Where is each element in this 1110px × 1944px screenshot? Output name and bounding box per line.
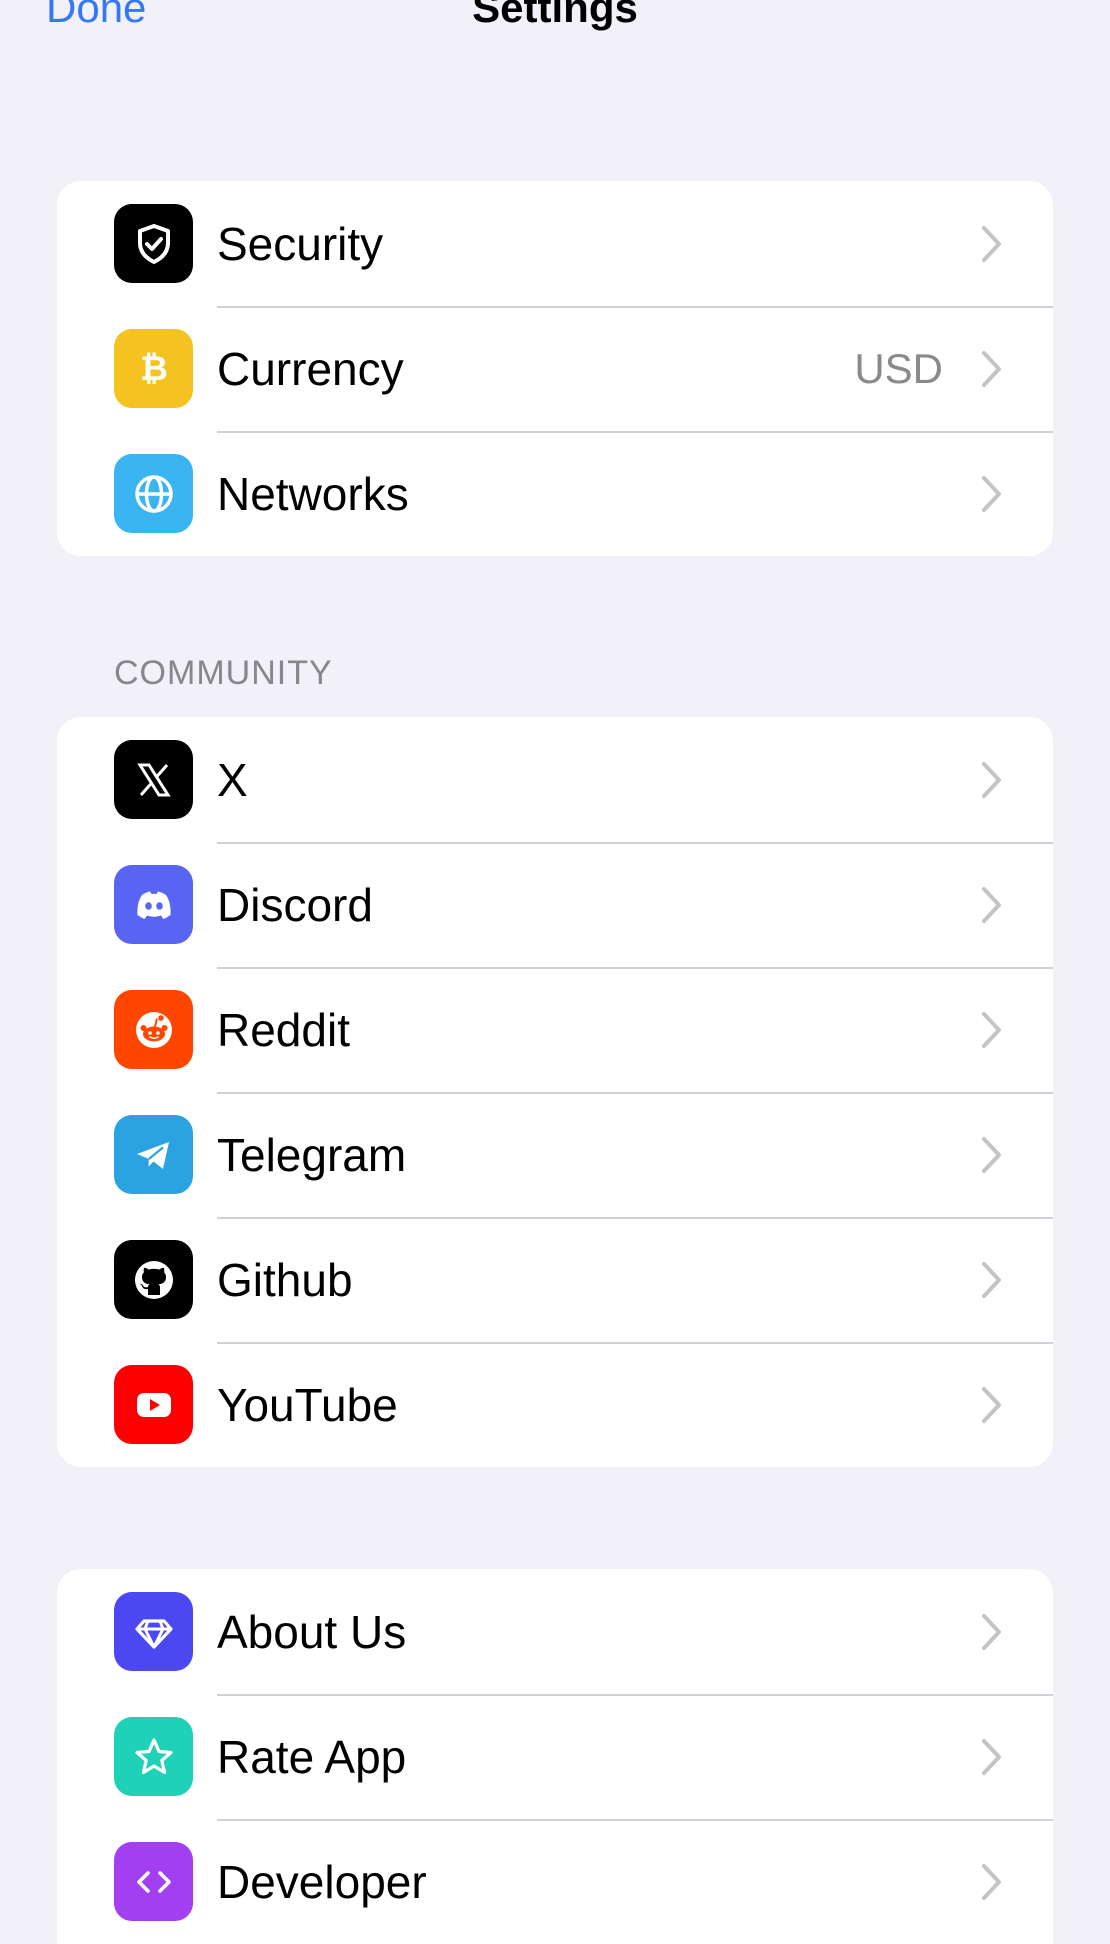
security-label: Security (217, 217, 384, 270)
developer-row[interactable]: Developer (57, 1819, 1053, 1944)
youtube-icon (114, 1365, 193, 1444)
github-row[interactable]: Github (57, 1217, 1053, 1342)
chevron-right-icon (982, 1739, 1001, 1775)
telegram-row[interactable]: Telegram (57, 1092, 1053, 1217)
developer-label: Developer (217, 1855, 427, 1908)
settings-group-about: About Us Rate App Developer (57, 1569, 1053, 1944)
settings-group-general: Security ₿ Currency USD Networks (57, 181, 1053, 556)
networks-label: Networks (217, 467, 409, 520)
youtube-label: YouTube (217, 1378, 398, 1431)
telegram-icon (114, 1115, 193, 1194)
reddit-row[interactable]: Reddit (57, 967, 1053, 1092)
rate-app-row[interactable]: Rate App (57, 1694, 1053, 1819)
discord-row[interactable]: Discord (57, 842, 1053, 967)
discord-icon (114, 865, 193, 944)
x-row[interactable]: X (57, 717, 1053, 842)
currency-row[interactable]: ₿ Currency USD (57, 306, 1053, 431)
chevron-right-icon (982, 1614, 1001, 1650)
discord-label: Discord (217, 878, 373, 931)
star-icon (114, 1717, 193, 1796)
svg-text:₿: ₿ (140, 349, 168, 389)
reddit-label: Reddit (217, 1003, 350, 1056)
chevron-right-icon (982, 1262, 1001, 1298)
github-icon (114, 1240, 193, 1319)
bitcoin-icon: ₿ (114, 329, 193, 408)
about-us-label: About Us (217, 1605, 407, 1658)
x-logo-icon (114, 740, 193, 819)
chevron-right-icon (982, 226, 1001, 262)
youtube-row[interactable]: YouTube (57, 1342, 1053, 1467)
x-label: X (217, 753, 248, 806)
community-section-header: COMMUNITY (114, 654, 333, 692)
currency-label: Currency (217, 342, 404, 395)
chevron-right-icon (982, 1012, 1001, 1048)
telegram-label: Telegram (217, 1128, 407, 1181)
settings-group-community: X Discord Reddit Telegram Github YouTube (57, 717, 1053, 1467)
shield-icon (114, 204, 193, 283)
about-us-row[interactable]: About Us (57, 1569, 1053, 1694)
rate-app-label: Rate App (217, 1730, 407, 1783)
chevron-right-icon (982, 476, 1001, 512)
page-title: Settings (472, 0, 638, 31)
github-label: Github (217, 1253, 353, 1306)
chevron-right-icon (982, 762, 1001, 798)
reddit-icon (114, 990, 193, 1069)
chevron-right-icon (982, 351, 1001, 387)
chevron-right-icon (982, 1864, 1001, 1900)
chevron-right-icon (982, 1137, 1001, 1173)
globe-icon (114, 454, 193, 533)
diamond-icon (114, 1592, 193, 1671)
chevron-right-icon (982, 1387, 1001, 1423)
security-row[interactable]: Security (57, 181, 1053, 306)
code-icon (114, 1842, 193, 1921)
chevron-right-icon (982, 887, 1001, 923)
networks-row[interactable]: Networks (57, 431, 1053, 556)
currency-value: USD (854, 344, 943, 392)
navigation-bar: Done Settings (0, 0, 1110, 60)
